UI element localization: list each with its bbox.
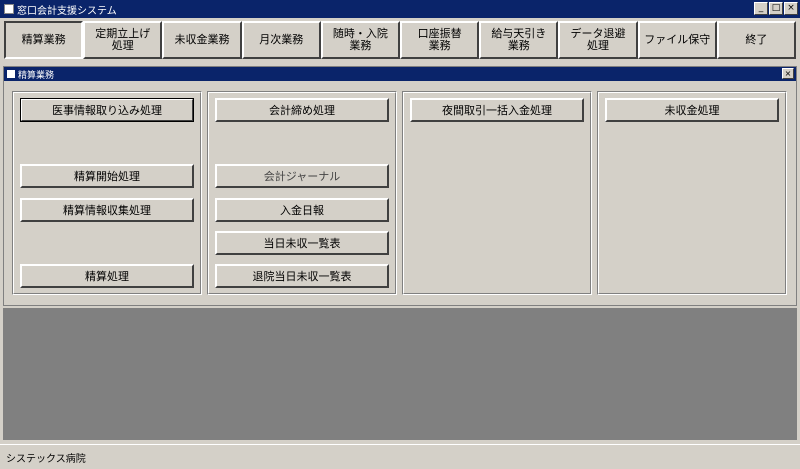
seisan-start-button[interactable]: 精算開始処理 <box>20 164 194 188</box>
menu-file[interactable]: ファイル保守 <box>637 21 717 59</box>
window-controls: _ □ × <box>754 2 798 15</box>
discharge-unpaid-button[interactable]: 退院当日未収一覧表 <box>215 264 389 288</box>
close-accounts-button[interactable]: 会計締め処理 <box>215 98 389 122</box>
subwindow-icon <box>7 70 15 78</box>
menu-seisan[interactable]: 精算業務 <box>4 21 84 59</box>
subwindow-titlebar: 精算業務 × <box>4 67 796 81</box>
import-button[interactable]: 医事情報取り込み処理 <box>20 98 194 122</box>
menu-kyuyo[interactable]: 給与天引き 業務 <box>479 21 559 59</box>
seisan-process-button[interactable]: 精算処理 <box>20 264 194 288</box>
menu-getsuji[interactable]: 月次業務 <box>241 21 321 59</box>
seisan-collect-button[interactable]: 精算情報収集処理 <box>20 198 194 222</box>
today-unpaid-button[interactable]: 当日未収一覧表 <box>215 231 389 255</box>
maximize-button[interactable]: □ <box>769 2 783 15</box>
daily-payment-button[interactable]: 入金日報 <box>215 198 389 222</box>
menu-mishu[interactable]: 未収金業務 <box>162 21 242 59</box>
subwindow-close-button[interactable]: × <box>782 68 794 79</box>
seisan-subwindow: 精算業務 × 医事情報取り込み処理 精算開始処理 精算情報収集処理 精算処理 会… <box>3 66 797 306</box>
main-menu: 精算業務 定期立上げ 処理 未収金業務 月次業務 随時・入院 業務 口座振替 業… <box>4 21 797 59</box>
panel-yakan: 夜間取引一括入金処理 <box>402 91 592 295</box>
subwindow-title: 精算業務 <box>18 70 55 81</box>
unpaid-process-button[interactable]: 未収金処理 <box>605 98 779 122</box>
bulk-payment-button[interactable]: 夜間取引一括入金処理 <box>410 98 584 122</box>
menu-teiki[interactable]: 定期立上げ 処理 <box>83 21 163 59</box>
menu-zuiji[interactable]: 随時・入院 業務 <box>320 21 401 59</box>
panel-kaikei: 会計締め処理 会計ジャーナル 入金日報 当日未収一覧表 退院当日未収一覧表 <box>207 91 397 295</box>
journal-button[interactable]: 会計ジャーナル <box>215 164 389 188</box>
minimize-button[interactable]: _ <box>754 2 768 15</box>
menu-koza[interactable]: 口座振替 業務 <box>400 21 480 59</box>
mdi-background <box>3 308 797 440</box>
status-bar: システックス病院 <box>0 444 800 469</box>
menu-exit[interactable]: 終了 <box>716 21 797 59</box>
app-icon <box>4 4 14 14</box>
close-button[interactable]: × <box>784 2 798 15</box>
app-title: 窓口会計支援システム <box>17 5 117 17</box>
title-bar: 窓口会計支援システム _ □ × <box>0 0 800 18</box>
status-text: システックス病院 <box>6 453 86 465</box>
panel-mishu: 未収金処理 <box>597 91 787 295</box>
menu-taihi[interactable]: データ退避 処理 <box>558 21 638 59</box>
panel-seisan: 医事情報取り込み処理 精算開始処理 精算情報収集処理 精算処理 <box>12 91 202 295</box>
